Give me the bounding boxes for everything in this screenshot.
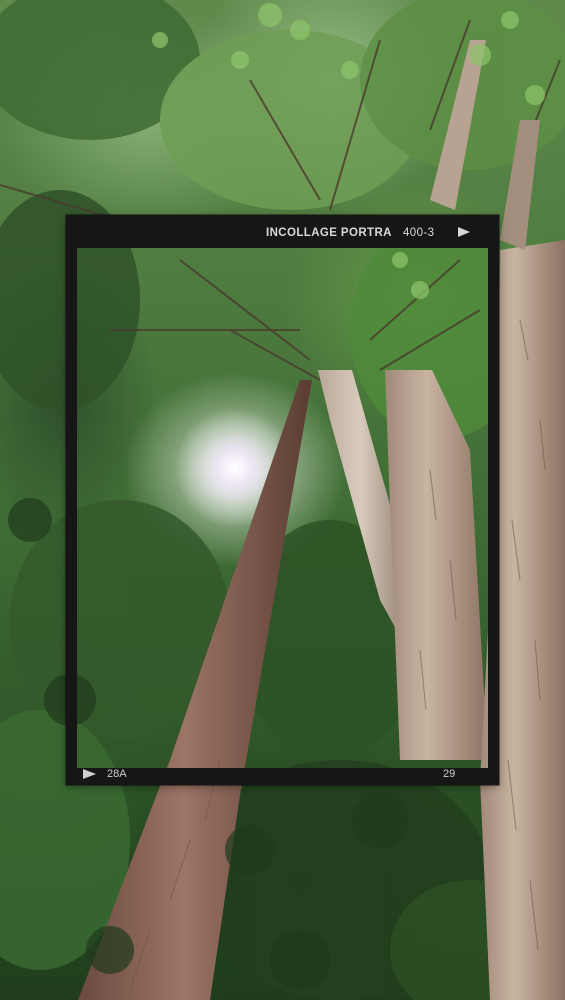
play-triangle-icon: [458, 227, 470, 237]
film-brand-label: INCOLLAGE PORTRA: [266, 227, 392, 239]
film-code-label: 400-3: [403, 227, 435, 239]
frame-number-right: 29: [443, 768, 456, 780]
photo-canvas: INCOLLAGE PORTRA 400-3 28A 29: [0, 0, 565, 1000]
play-triangle-icon: [83, 769, 96, 779]
film-frame-border: [66, 215, 499, 785]
frame-number-left: 28A: [107, 768, 127, 780]
